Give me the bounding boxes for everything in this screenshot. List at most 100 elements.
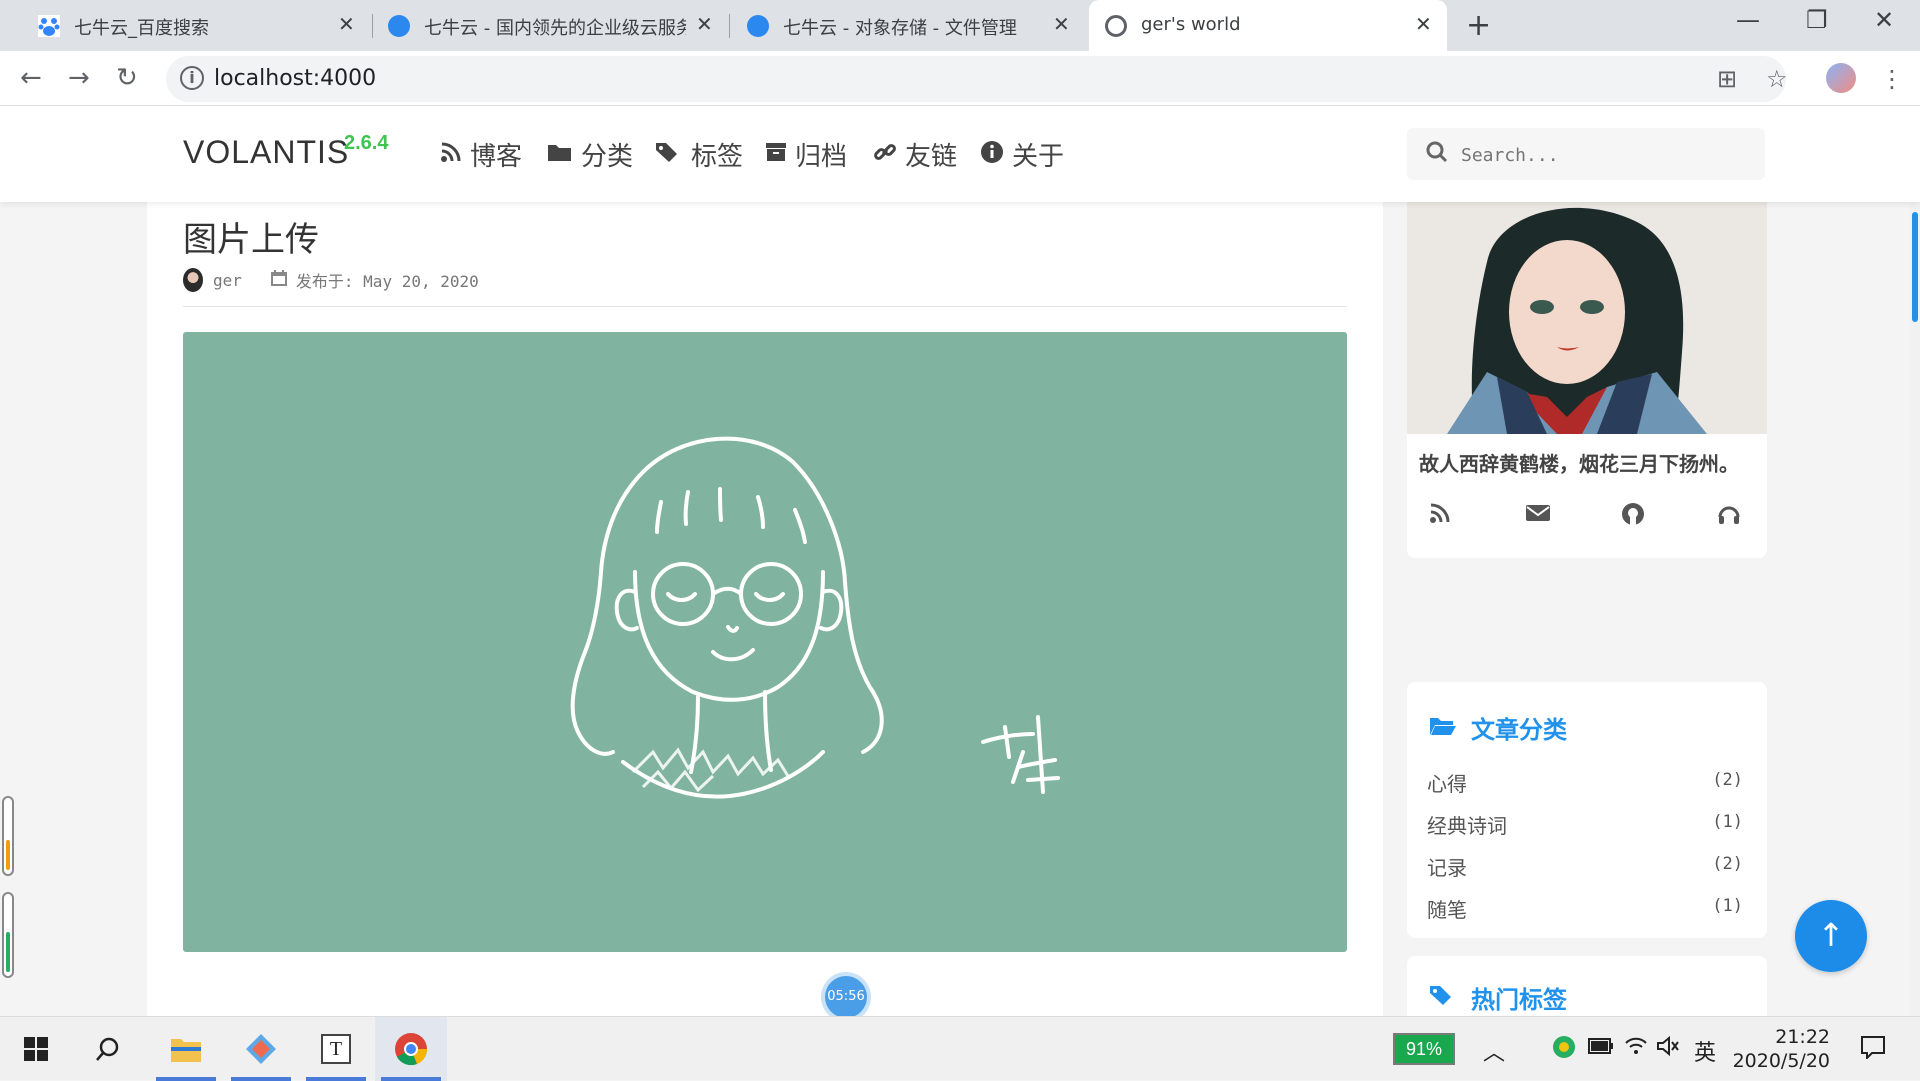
category-name: 心得 bbox=[1427, 772, 1467, 796]
post-image-sketch bbox=[183, 332, 1347, 952]
email-icon[interactable] bbox=[1525, 502, 1551, 530]
close-tab-icon[interactable]: ✕ bbox=[696, 12, 713, 36]
clock-time: 21:22 bbox=[1775, 1026, 1830, 1048]
close-tab-icon[interactable]: ✕ bbox=[1053, 12, 1070, 36]
category-name: 记录 bbox=[1427, 856, 1467, 880]
taskbar-search[interactable] bbox=[72, 1017, 144, 1081]
close-tab-icon[interactable]: ✕ bbox=[1415, 12, 1432, 36]
wifi-icon[interactable] bbox=[1624, 1035, 1648, 1061]
category-count: (1) bbox=[1712, 896, 1743, 916]
nav-about[interactable]: 关于 bbox=[980, 136, 1064, 173]
folder-icon bbox=[171, 1039, 201, 1062]
tab-baidu[interactable]: 七牛云_百度搜索 ✕ bbox=[8, 0, 370, 51]
input-method-indicator[interactable]: 英 bbox=[1694, 1035, 1716, 1067]
system-clock[interactable]: 21:22 2020/5/20 bbox=[1730, 1025, 1830, 1073]
translate-icon[interactable]: ⊞ bbox=[1717, 65, 1737, 93]
chrome-app[interactable] bbox=[375, 1017, 447, 1081]
version-badge: 2.6.4 bbox=[344, 132, 389, 154]
nav-archive[interactable]: 归档 bbox=[765, 136, 847, 173]
forward-arrow-icon[interactable]: → bbox=[68, 63, 90, 93]
folder-icon bbox=[547, 141, 573, 169]
back-arrow-icon[interactable]: ← bbox=[20, 63, 42, 93]
git-app[interactable] bbox=[225, 1017, 297, 1081]
tags-card: 热门标签 bbox=[1407, 956, 1767, 1016]
rss-icon[interactable] bbox=[1429, 502, 1451, 530]
restore-icon[interactable]: ❐ bbox=[1806, 6, 1828, 34]
security-shield-icon[interactable] bbox=[1552, 1035, 1576, 1065]
calendar-icon bbox=[270, 269, 288, 292]
folder-open-icon bbox=[1429, 714, 1457, 742]
archive-icon bbox=[765, 141, 787, 169]
chevron-up-icon[interactable]: ︿ bbox=[1483, 1035, 1505, 1067]
search-icon bbox=[1425, 140, 1449, 170]
bookmark-star-icon[interactable]: ☆ bbox=[1766, 65, 1788, 93]
profile-motto: 故人西辞黄鹤楼，烟花三月下扬州。 bbox=[1419, 452, 1739, 476]
floating-timer-badge[interactable]: 05:56 bbox=[825, 976, 867, 1016]
page-scrollbar[interactable] bbox=[1910, 106, 1920, 1016]
tags-icon bbox=[1429, 984, 1457, 1012]
start-button[interactable] bbox=[0, 1017, 72, 1081]
category-count: (2) bbox=[1712, 770, 1743, 790]
new-tab-plus-icon[interactable]: + bbox=[1466, 8, 1491, 43]
chrome-logo-icon bbox=[395, 1033, 428, 1066]
category-name: 随笔 bbox=[1427, 898, 1467, 922]
typora-app[interactable]: T bbox=[300, 1017, 372, 1081]
headphones-icon[interactable] bbox=[1717, 502, 1741, 532]
nav-label: 博客 bbox=[470, 142, 523, 172]
url-text[interactable]: localhost:4000 bbox=[214, 66, 376, 91]
tab-qiniu-home[interactable]: 七牛云 - 国内领先的企业级云服务 ✕ bbox=[374, 0, 726, 51]
qiniu-logo-icon bbox=[747, 15, 769, 37]
battery-icon[interactable] bbox=[1588, 1035, 1614, 1060]
category-item[interactable]: 心得 (2) bbox=[1427, 768, 1747, 798]
globe-icon bbox=[1105, 15, 1127, 37]
site-header: VOLANTIS 2.6.4 博客 分类 标签 归档 友链 关于 Search.… bbox=[0, 106, 1920, 202]
category-count: (1) bbox=[1712, 812, 1743, 832]
close-tab-icon[interactable]: ✕ bbox=[338, 12, 355, 36]
close-window-icon[interactable]: ✕ bbox=[1874, 6, 1894, 34]
nav-label: 友链 bbox=[905, 142, 958, 172]
browser-tab-strip: 七牛云_百度搜索 ✕ 七牛云 - 国内领先的企业级云服务 ✕ 七牛云 - 对象存… bbox=[0, 0, 1920, 51]
category-item[interactable]: 随笔 (1) bbox=[1427, 894, 1747, 924]
nav-friends[interactable]: 友链 bbox=[873, 136, 957, 173]
tab-title: 七牛云 - 国内领先的企业级云服务 bbox=[424, 18, 686, 39]
post-title: 图片上传 bbox=[183, 220, 319, 260]
categories-title: 文章分类 bbox=[1471, 716, 1567, 744]
edge-gauge-green bbox=[2, 892, 14, 978]
tab-gers-world[interactable]: ger's world ✕ bbox=[1089, 0, 1447, 51]
tab-qiniu-storage[interactable]: 七牛云 - 对象存储 - 文件管理 ✕ bbox=[731, 0, 1087, 51]
nav-blog[interactable]: 博客 bbox=[440, 136, 522, 173]
notification-center-icon[interactable] bbox=[1860, 1035, 1886, 1065]
site-info-icon[interactable]: i bbox=[180, 66, 204, 90]
file-explorer-app[interactable] bbox=[150, 1017, 222, 1081]
site-brand[interactable]: VOLANTIS bbox=[183, 134, 349, 171]
nav-tags[interactable]: 标签 bbox=[655, 136, 743, 173]
search-input[interactable] bbox=[1461, 142, 1751, 168]
battery-percent-widget[interactable]: 91% bbox=[1393, 1033, 1455, 1065]
post-author[interactable]: ger bbox=[213, 271, 242, 290]
category-item[interactable]: 经典诗词 (1) bbox=[1427, 810, 1747, 840]
profile-avatar-icon[interactable] bbox=[1826, 63, 1856, 93]
volume-muted-icon[interactable] bbox=[1656, 1035, 1680, 1063]
categories-card: 文章分类 心得 (2) 经典诗词 (1) 记录 (2) 随笔 (1) bbox=[1407, 682, 1767, 938]
text-editor-icon: T bbox=[321, 1034, 351, 1064]
minimize-icon[interactable]: — bbox=[1736, 6, 1760, 34]
back-to-top-button[interactable]: ↑ bbox=[1795, 900, 1867, 972]
qiniu-logo-icon bbox=[388, 15, 410, 37]
site-search[interactable] bbox=[1407, 128, 1765, 180]
github-icon[interactable] bbox=[1621, 502, 1645, 532]
baidu-paw-icon bbox=[38, 15, 60, 37]
clock-date: 2020/5/20 bbox=[1732, 1050, 1830, 1072]
post-date: 发布于: May 20, 2020 bbox=[295, 272, 479, 291]
category-item[interactable]: 记录 (2) bbox=[1427, 852, 1747, 882]
scrollbar-thumb[interactable] bbox=[1912, 212, 1918, 322]
menu-dots-icon[interactable]: ⋮ bbox=[1880, 65, 1904, 93]
nav-categories[interactable]: 分类 bbox=[547, 136, 633, 173]
arrow-up-icon: ↑ bbox=[1817, 916, 1845, 954]
tags-icon bbox=[655, 141, 683, 169]
reload-icon[interactable]: ↻ bbox=[116, 63, 138, 93]
rss-icon bbox=[440, 141, 462, 169]
profile-illustration bbox=[1407, 202, 1767, 434]
address-bar[interactable]: i localhost:4000 bbox=[166, 56, 1786, 102]
webpage: VOLANTIS 2.6.4 博客 分类 标签 归档 友链 关于 Search.… bbox=[0, 106, 1920, 1016]
author-avatar bbox=[183, 268, 203, 292]
